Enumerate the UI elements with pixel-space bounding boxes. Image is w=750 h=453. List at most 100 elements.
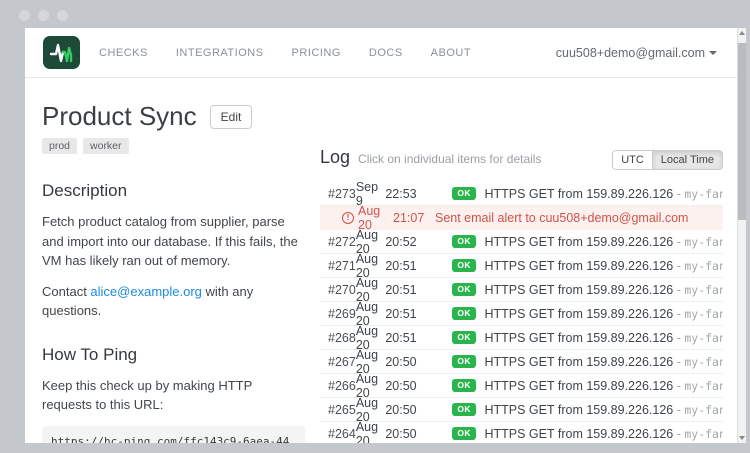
log-row[interactable]: #269 Aug 20 20:51 OK HTTPS GET from 159.… [320,302,723,326]
nav-item-checks[interactable]: CHECKS [99,47,148,59]
log-entry-slug: my-fancy-sy… [684,427,723,441]
navbar: CHECKS INTEGRATIONS PRICING DOCS ABOUT c… [25,28,737,78]
log-entry-time: 20:50 [385,403,452,417]
log-entry-message: HTTPS GET from 159.89.226.126 - my-fancy… [484,355,723,369]
log-entry-number: #264 [328,427,356,441]
window-control-dot[interactable] [57,10,68,21]
log-entry-slug: my-fancy-sy… [684,307,723,321]
scrollbar-thumb[interactable] [738,43,746,220]
log-row[interactable]: #265 Aug 20 20:50 OK HTTPS GET from 159.… [320,398,723,422]
account-email: cuu508+demo@gmail.com [556,46,705,60]
log-entry-time: 22:53 [385,187,452,201]
http-ping-hint: Keep this check up by making HTTP reques… [42,376,305,415]
log-entry-time: 21:07 [393,211,427,225]
log-entry-message: HTTPS GET from 159.89.226.126 - my-fancy… [484,331,723,345]
log-entry-message: HTTPS GET from 159.89.226.126 - my-fancy… [484,427,723,441]
log-entry-number: #271 [328,259,356,273]
log-entry-time: 20:51 [385,283,452,297]
log-entry-time: 20:50 [385,355,452,369]
ok-badge: OK [452,331,477,345]
log-row[interactable]: #272 Aug 20 20:52 OK HTTPS GET from 159.… [320,230,723,254]
how-to-ping-heading: How To Ping [42,345,305,365]
edit-button[interactable]: Edit [210,105,253,129]
page-title: Product Sync [42,101,197,132]
ok-badge: OK [452,403,477,417]
utc-button[interactable]: UTC [612,150,652,170]
log-row[interactable]: #270 Aug 20 20:51 OK HTTPS GET from 159.… [320,278,723,302]
log-heading: Log [320,147,350,168]
log-column: Log Click on individual items for detail… [320,95,737,443]
ok-badge: OK [452,355,477,369]
log-hint: Click on individual items for details [358,152,541,166]
local-time-button[interactable]: Local Time [652,150,723,170]
log-entry-message: HTTPS GET from 159.89.226.126 - my-fancy… [484,307,723,321]
window-controls [19,10,68,21]
log-entry-time: 20:50 [385,379,452,393]
page: CHECKS INTEGRATIONS PRICING DOCS ABOUT c… [25,28,737,443]
log-entry-number: #273 [328,187,356,201]
ok-badge: OK [452,283,477,297]
log-row[interactable]: #268 Aug 20 20:51 OK HTTPS GET from 159.… [320,326,723,350]
log-row[interactable]: #264 Aug 20 20:50 OK HTTPS GET from 159.… [320,422,723,443]
log-entry-number: #272 [328,235,356,249]
log-row-alert[interactable]: Aug 20 21:07 Sent email alert to cuu508+… [320,206,723,230]
browser-titlebar [0,0,750,28]
tag-worker: worker [83,138,129,154]
chevron-down-icon [709,51,717,55]
log-entry-number: #265 [328,403,356,417]
browser-window: CHECKS INTEGRATIONS PRICING DOCS ABOUT c… [25,28,746,443]
check-details-column: Product Sync Edit prod worker Descriptio… [42,95,305,443]
window-control-dot[interactable] [19,10,30,21]
log-entry-slug: my-fancy-sy… [684,187,723,201]
nav-item-pricing[interactable]: PRICING [292,47,341,59]
tag-prod: prod [42,138,77,154]
ok-badge: OK [452,307,477,321]
browser-frame-bottom [0,443,750,453]
log-entry-slug: my-fancy-sy… [684,283,723,297]
log-entry-slug: my-fancy-sy… [684,331,723,345]
tag-list: prod worker [42,138,305,154]
account-menu[interactable]: cuu508+demo@gmail.com [556,46,717,60]
timezone-toggle: UTC Local Time [612,150,723,170]
ping-url-code[interactable]: https://hc-ping.com/ffc143c9-6aea-44fa-b… [42,426,305,444]
log-table: #273 Sep 9 22:53 OK HTTPS GET from 159.8… [320,182,723,443]
scrollbar-up-icon[interactable] [739,31,745,35]
description-text: Fetch product catalog from supplier, par… [42,212,305,271]
pulse-icon [48,41,75,65]
alert-icon [342,212,354,224]
log-entry-time: 20:51 [385,331,452,345]
log-entry-message: HTTPS GET from 159.89.226.126 - my-fancy… [484,235,723,249]
scrollbar-down-icon[interactable] [739,436,745,440]
nav-menu: CHECKS INTEGRATIONS PRICING DOCS ABOUT [99,47,471,59]
ok-badge: OK [452,235,477,249]
ok-badge: OK [452,379,477,393]
description-heading: Description [42,181,305,201]
contact-email-link[interactable]: alice@example.org [90,284,201,299]
log-entry-time: 20:52 [385,235,452,249]
log-entry-date: Aug 20 [356,420,386,444]
ok-badge: OK [452,259,477,273]
page-scrollbar[interactable] [737,28,746,443]
nav-item-docs[interactable]: DOCS [369,47,403,59]
log-row[interactable]: #273 Sep 9 22:53 OK HTTPS GET from 159.8… [320,182,723,206]
window-control-dot[interactable] [38,10,49,21]
nav-item-integrations[interactable]: INTEGRATIONS [176,47,264,59]
log-entry-message: HTTPS GET from 159.89.226.126 - my-fancy… [484,379,723,393]
log-entry-time: 20:51 [385,307,452,321]
healthchecks-logo-icon[interactable] [43,36,80,69]
log-entry-slug: my-fancy-sy… [684,403,723,417]
log-row[interactable]: #271 Aug 20 20:51 OK HTTPS GET from 159.… [320,254,723,278]
log-entry-message: Sent email alert to cuu508+demo@gmail.co… [435,211,688,225]
log-entry-message: HTTPS GET from 159.89.226.126 - my-fancy… [484,283,723,297]
ok-badge: OK [452,427,477,441]
log-entry-slug: my-fancy-sy… [684,355,723,369]
main-content: Product Sync Edit prod worker Descriptio… [25,78,737,443]
log-entry-slug: my-fancy-sy… [684,259,723,273]
log-entry-number: #269 [328,307,356,321]
log-entry-number: #268 [328,331,356,345]
log-entry-slug: my-fancy-sy… [684,379,723,393]
log-header: Log Click on individual items for detail… [320,147,737,170]
log-row[interactable]: #266 Aug 20 20:50 OK HTTPS GET from 159.… [320,374,723,398]
nav-item-about[interactable]: ABOUT [431,47,471,59]
log-row[interactable]: #267 Aug 20 20:50 OK HTTPS GET from 159.… [320,350,723,374]
